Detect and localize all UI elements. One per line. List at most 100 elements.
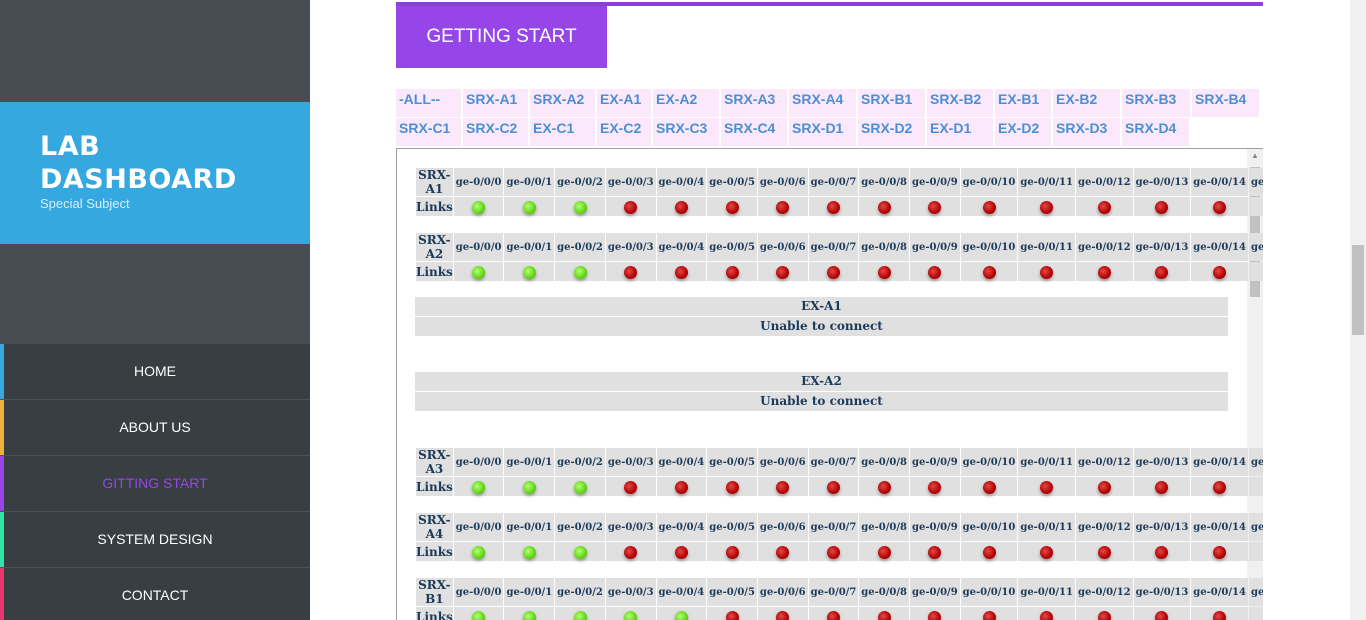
- link-up-indicator-icon: [472, 266, 486, 279]
- nav-item-contact[interactable]: CONTACT: [0, 568, 310, 620]
- connection-error-message: Unable to connect: [415, 392, 1228, 411]
- link-status-cell: [1075, 542, 1133, 561]
- link-up-indicator-icon: [522, 611, 536, 620]
- port-label: ge-0/0/12: [1075, 168, 1133, 196]
- link-status-cell: [757, 262, 808, 281]
- link-status-cell: [960, 542, 1018, 561]
- tab-srx-a2[interactable]: SRX-A2: [530, 89, 595, 117]
- tab-srx-d4[interactable]: SRX-D4: [1122, 118, 1189, 146]
- tab-ex-b2[interactable]: EX-B2: [1053, 89, 1120, 117]
- link-status-cell: [453, 542, 504, 561]
- link-status-cell: [656, 542, 707, 561]
- link-status-cell: [707, 477, 757, 496]
- device-name: SRX-A3: [416, 448, 453, 476]
- link-status-cell: [1018, 607, 1075, 620]
- link-status-cell: [909, 607, 960, 620]
- port-header-row: SRX-A1 ge-0/0/0 ge-0/0/1 ge-0/0/2 ge-0/0/3 ge…: [416, 168, 1263, 196]
- tab-srx-c3[interactable]: SRX-C3: [653, 118, 719, 146]
- link-status-cell: [707, 197, 757, 216]
- port-label: ge-0/0/5: [707, 578, 757, 606]
- link-down-indicator-icon: [624, 266, 638, 279]
- port-label: ge-0/0/4: [656, 448, 707, 476]
- tab-srx-a1[interactable]: SRX-A1: [463, 89, 528, 117]
- link-status-cell: [808, 262, 859, 281]
- tab-ex-c1[interactable]: EX-C1: [530, 118, 595, 146]
- sidebar-mid-spacer: [0, 244, 310, 344]
- links-label: Links: [416, 542, 453, 561]
- port-label: ge-0/0/13: [1133, 513, 1191, 541]
- link-down-indicator-icon: [1213, 266, 1227, 279]
- link-status-cell: [960, 607, 1018, 620]
- link-status-cell: [504, 197, 555, 216]
- link-down-indicator-icon: [1097, 481, 1111, 494]
- tab-ex-d2[interactable]: EX-D2: [995, 118, 1051, 146]
- brand-block: LAB DASHBOARD Special Subject: [0, 102, 310, 244]
- port-header-row: SRX-A3 ge-0/0/0 ge-0/0/1 ge-0/0/2 ge-0/0/3 ge…: [416, 448, 1263, 476]
- device-status-block: SRX-A1 ge-0/0/0 ge-0/0/1 ge-0/0/2 ge-0/0/3 ge…: [415, 167, 1263, 217]
- page-scrollbar[interactable]: [1350, 0, 1366, 620]
- link-status-cell: [808, 477, 859, 496]
- link-status-cell: [1075, 262, 1133, 281]
- main-content: GETTING START -ALL-- SRX-A1 SRX-A2 EX-A1 EX-…: [310, 0, 1350, 620]
- link-status-cell: [555, 197, 605, 216]
- scroll-up-icon[interactable]: ▲: [1251, 151, 1259, 160]
- nav-item-gitting-start[interactable]: GITTING START: [0, 456, 310, 512]
- link-up-indicator-icon: [472, 546, 486, 559]
- link-up-indicator-icon: [674, 611, 688, 620]
- tab-srx-c2[interactable]: SRX-C2: [463, 118, 528, 146]
- link-status-cell: [960, 197, 1018, 216]
- nav-item-about-us[interactable]: ABOUT US: [0, 400, 310, 456]
- link-down-indicator-icon: [826, 546, 840, 559]
- tab-srx-c4[interactable]: SRX-C4: [721, 118, 787, 146]
- tab-srx-b1[interactable]: SRX-B1: [858, 89, 925, 117]
- tab-srx-b4[interactable]: SRX-B4: [1192, 89, 1259, 117]
- link-status-cell: [504, 262, 555, 281]
- link-status-cell: [656, 262, 707, 281]
- tab-ex-d1[interactable]: EX-D1: [927, 118, 993, 146]
- link-down-indicator-icon: [877, 481, 891, 494]
- nav-item-system-design[interactable]: SYSTEM DESIGN: [0, 512, 310, 568]
- port-label: ge-0/0/12: [1075, 233, 1133, 261]
- nav-item-label: GITTING START: [102, 475, 208, 491]
- port-label: ge-0/0/2: [555, 513, 605, 541]
- port-label: ge-0/0/8: [859, 578, 909, 606]
- tab-srx-d1[interactable]: SRX-D1: [789, 118, 856, 146]
- link-down-indicator-icon: [674, 481, 688, 494]
- port-label: ge-0/0/7: [808, 448, 859, 476]
- nav-item-label: HOME: [134, 363, 176, 379]
- tab-ex-a1[interactable]: EX-A1: [597, 89, 651, 117]
- port-label: ge-0/0/4: [656, 513, 707, 541]
- page-scroll-thumb[interactable]: [1352, 245, 1364, 335]
- page-title: GETTING START: [396, 6, 607, 68]
- port-label: ge-0/0/6: [757, 168, 808, 196]
- port-label: ge-0/0/15: [1248, 233, 1263, 261]
- link-down-indicator-icon: [776, 611, 790, 620]
- nav-item-home[interactable]: HOME: [0, 344, 310, 400]
- port-label: ge-0/0/15: [1248, 168, 1263, 196]
- port-label: ge-0/0/14: [1191, 168, 1248, 196]
- tab-srx-a3[interactable]: SRX-A3: [721, 89, 787, 117]
- link-down-indicator-icon: [826, 481, 840, 494]
- port-label: ge-0/0/13: [1133, 448, 1191, 476]
- link-up-indicator-icon: [472, 481, 486, 494]
- port-label: ge-0/0/5: [707, 448, 757, 476]
- tab-srx-b2[interactable]: SRX-B2: [927, 89, 993, 117]
- link-status-cell: [453, 197, 504, 216]
- tab-ex-a2[interactable]: EX-A2: [653, 89, 719, 117]
- link-down-indicator-icon: [982, 266, 996, 279]
- link-down-indicator-icon: [1213, 481, 1227, 494]
- tab-srx-a4[interactable]: SRX-A4: [789, 89, 856, 117]
- port-label: ge-0/0/1: [504, 578, 555, 606]
- tab-all[interactable]: -ALL--: [396, 89, 461, 117]
- tab-srx-d2[interactable]: SRX-D2: [858, 118, 925, 146]
- tab-srx-c1[interactable]: SRX-C1: [396, 118, 461, 146]
- tab-srx-d3[interactable]: SRX-D3: [1053, 118, 1120, 146]
- tab-srx-b3[interactable]: SRX-B3: [1122, 89, 1190, 117]
- device-status-panel: ▲ SRX-A1 ge-0/0/0 ge-0/0/1 ge-0/0/2 ge-0/0/3…: [396, 148, 1263, 620]
- link-status-cell: [757, 197, 808, 216]
- links-row: Links: [416, 197, 1263, 216]
- port-label: ge-0/0/9: [909, 233, 960, 261]
- tab-ex-b1[interactable]: EX-B1: [995, 89, 1051, 117]
- nav-accent-bar: [0, 344, 4, 399]
- tab-ex-c2[interactable]: EX-C2: [597, 118, 651, 146]
